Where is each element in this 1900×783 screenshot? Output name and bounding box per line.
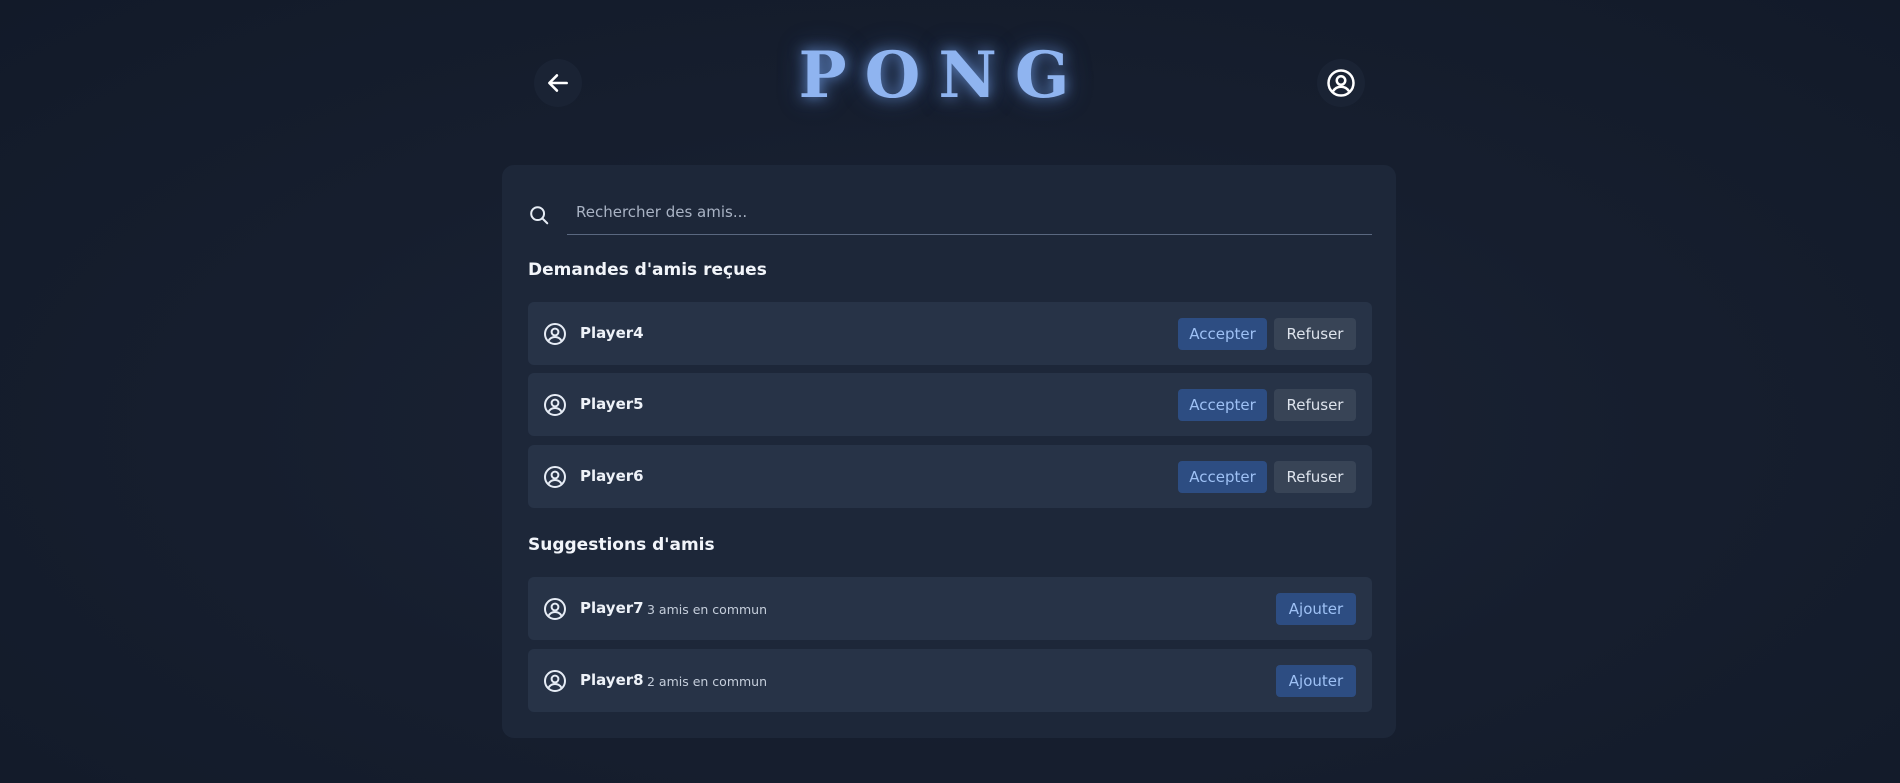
friend-suggestion-row: Player8 2 amis en commun Ajouter xyxy=(528,649,1372,712)
user-avatar-icon xyxy=(544,394,566,416)
friend-request-row: Player4 Accepter Refuser xyxy=(528,302,1372,365)
player-name: Player6 xyxy=(580,467,644,485)
refuse-button[interactable]: Refuser xyxy=(1274,389,1356,421)
friends-panel: Demandes d'amis reçues Player4 Accepter … xyxy=(502,165,1396,738)
refuse-button[interactable]: Refuser xyxy=(1274,461,1356,493)
user-avatar-icon xyxy=(544,670,566,692)
player-name: Player7 xyxy=(580,599,644,617)
add-friend-button[interactable]: Ajouter xyxy=(1276,593,1356,625)
search-icon xyxy=(530,206,549,225)
top-bar: PONG xyxy=(0,0,1900,166)
player-name: Player5 xyxy=(580,395,644,413)
mutual-friends-count: 3 amis en commun xyxy=(647,602,768,617)
accept-button[interactable]: Accepter xyxy=(1178,461,1267,493)
user-avatar-icon xyxy=(544,323,566,345)
search-bar xyxy=(528,189,1372,237)
player-name: Player8 xyxy=(580,671,644,689)
user-circle-icon xyxy=(1327,69,1355,97)
accept-button[interactable]: Accepter xyxy=(1178,318,1267,350)
friend-request-row: Player6 Accepter Refuser xyxy=(528,445,1372,508)
mutual-friends-count: 2 amis en commun xyxy=(647,674,768,689)
app-logo: PONG xyxy=(798,38,1088,113)
requests-section-title: Demandes d'amis reçues xyxy=(528,260,767,280)
friend-request-row: Player5 Accepter Refuser xyxy=(528,373,1372,436)
suggestions-section-title: Suggestions d'amis xyxy=(528,535,715,555)
search-input[interactable] xyxy=(567,189,1372,235)
player-name: Player4 xyxy=(580,324,644,342)
accept-button[interactable]: Accepter xyxy=(1178,389,1267,421)
friend-suggestion-row: Player7 3 amis en commun Ajouter xyxy=(528,577,1372,640)
user-avatar-icon xyxy=(544,598,566,620)
add-friend-button[interactable]: Ajouter xyxy=(1276,665,1356,697)
profile-button[interactable] xyxy=(1317,59,1365,107)
user-avatar-icon xyxy=(544,466,566,488)
refuse-button[interactable]: Refuser xyxy=(1274,318,1356,350)
